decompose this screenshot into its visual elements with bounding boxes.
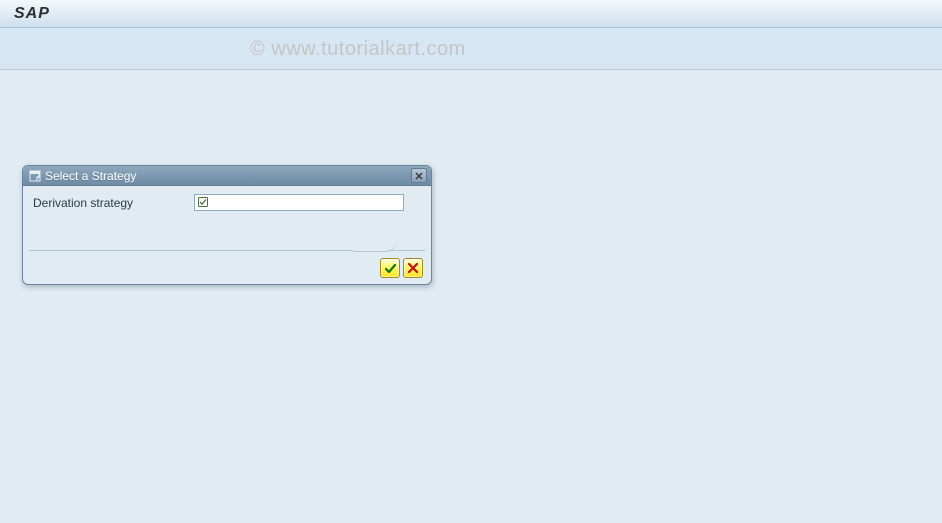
dialog-icon: [29, 170, 41, 182]
derivation-strategy-input-wrap: [194, 194, 421, 211]
cancel-button[interactable]: [403, 258, 423, 278]
derivation-strategy-label: Derivation strategy: [33, 196, 188, 210]
dialog-titlebar[interactable]: Select a Strategy: [23, 166, 431, 186]
app-title: SAP: [14, 5, 50, 23]
app-toolbar: [0, 28, 942, 70]
x-icon: [407, 262, 419, 274]
ok-button[interactable]: [380, 258, 400, 278]
main-canvas: Select a Strategy Derivation strategy: [0, 70, 942, 523]
app-header: SAP: [0, 0, 942, 28]
close-icon: [415, 172, 423, 180]
dialog-close-button[interactable]: [411, 168, 427, 183]
dialog-footer: [23, 256, 431, 284]
check-icon: [384, 262, 397, 275]
select-strategy-dialog: Select a Strategy Derivation strategy: [22, 165, 432, 285]
derivation-strategy-input[interactable]: [194, 194, 404, 211]
derivation-strategy-row: Derivation strategy: [33, 194, 421, 211]
dialog-body: Derivation strategy: [23, 186, 431, 244]
dialog-separator: [29, 244, 425, 256]
dialog-title: Select a Strategy: [45, 169, 411, 183]
